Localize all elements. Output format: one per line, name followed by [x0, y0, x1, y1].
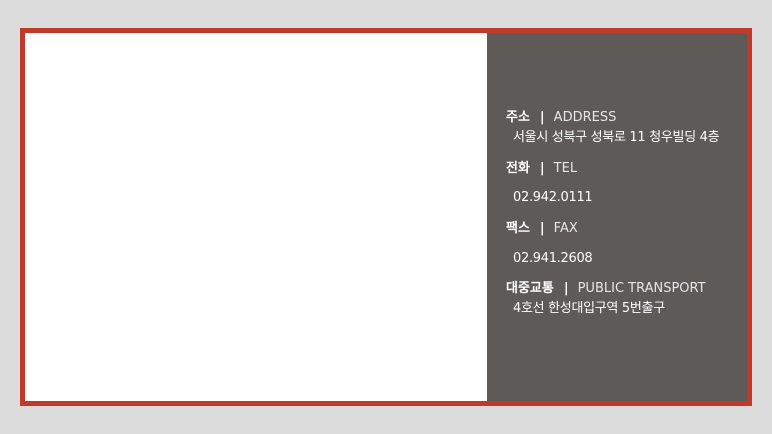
fax-label-en: FAX	[553, 221, 578, 236]
tel-label-ko: 전화	[506, 161, 530, 176]
tel-label-en: TEL	[553, 161, 578, 176]
tel-label-row: 전화 | TEL	[506, 161, 577, 177]
fax-value: 02.941.2608	[513, 251, 593, 266]
tel-separator: |	[539, 161, 545, 176]
address-label-en: ADDRESS	[553, 110, 617, 125]
contact-frame: 주소 | ADDRESS 서울시 성북구 성북로 11 청우빌딩 4층 전화 | TEL…	[20, 28, 752, 406]
transport-label-ko: 대중교통	[506, 281, 554, 296]
address-separator: |	[539, 110, 545, 125]
map-area[interactable]	[25, 33, 487, 401]
transport-value: 4호선 한성대입구역 5번출구	[513, 301, 665, 316]
address-value: 서울시 성북구 성북로 11 청우빌딩 4층	[513, 130, 720, 145]
fax-label-ko: 팩스	[506, 221, 530, 236]
transport-label-row: 대중교통 | PUBLIC TRANSPORT	[506, 281, 706, 297]
address-label-row: 주소 | ADDRESS	[506, 110, 616, 126]
contact-info-panel: 주소 | ADDRESS 서울시 성북구 성북로 11 청우빌딩 4층 전화 | TEL…	[487, 33, 747, 401]
fax-separator: |	[539, 221, 545, 236]
fax-label-row: 팩스 | FAX	[506, 221, 578, 237]
transport-separator: |	[563, 281, 569, 296]
tel-value: 02.942.0111	[513, 190, 593, 205]
transport-label-en: PUBLIC TRANSPORT	[577, 281, 706, 296]
address-label-ko: 주소	[506, 110, 530, 125]
